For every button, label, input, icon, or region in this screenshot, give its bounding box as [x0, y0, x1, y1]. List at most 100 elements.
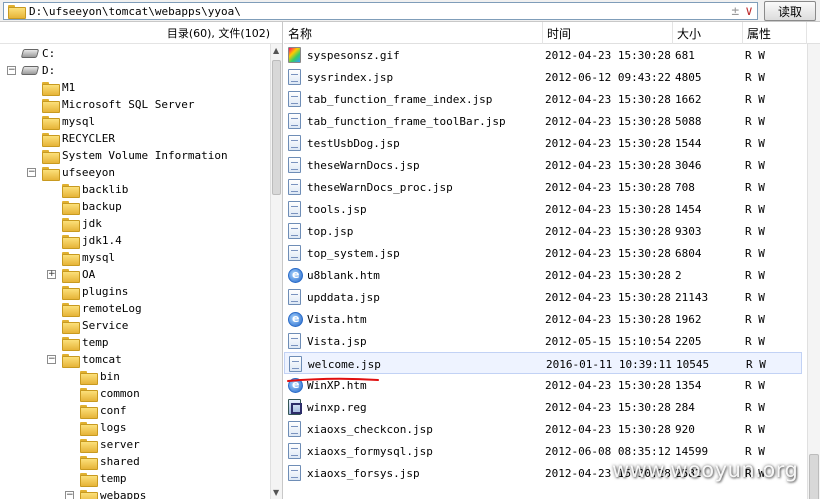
path-input[interactable]: D:\ufseeyon\tomcat\webapps\yyoa\ ± ∨ — [3, 2, 758, 20]
file-size: 2 — [675, 268, 682, 282]
tree-node-label: Microsoft SQL Server — [62, 98, 195, 111]
file-size: 9303 — [675, 224, 702, 238]
tree-node[interactable]: Microsoft SQL Server — [42, 96, 194, 113]
file-row[interactable]: upddata.jsp 2012-04-23 15:30:28 21143 R W — [284, 286, 802, 308]
jsp-file-icon — [288, 289, 301, 305]
file-row[interactable]: Vista.jsp 2012-05-15 15:10:54 2205 R W — [284, 330, 802, 352]
file-row[interactable]: welcome.jsp 2016-01-11 10:39:11 10545 R W — [284, 352, 802, 374]
html-file-icon — [288, 311, 303, 327]
file-attr: R W — [745, 400, 765, 414]
folder-icon — [62, 234, 80, 249]
column-header-attr[interactable]: 属性 — [743, 22, 807, 44]
tree-node-label: server — [100, 438, 140, 451]
file-attr: R W — [745, 136, 765, 150]
column-header-time[interactable]: 时间 — [543, 22, 673, 44]
tree-node[interactable]: plugins — [62, 283, 128, 300]
tree-node[interactable]: webapps — [80, 487, 146, 499]
file-row[interactable]: sysrindex.jsp 2012-06-12 09:43:22 4805 R W — [284, 66, 802, 88]
tree-expander-icon[interactable]: − — [7, 66, 16, 75]
file-row[interactable]: u8blank.htm 2012-04-23 15:30:28 2 R W — [284, 264, 802, 286]
file-row[interactable]: theseWarnDocs_proc.jsp 2012-04-23 15:30:2… — [284, 176, 802, 198]
file-name: tools.jsp — [307, 202, 367, 216]
file-icon-cell — [288, 66, 301, 88]
file-row[interactable]: syspesonsz.gif 2012-04-23 15:30:28 681 R W — [284, 44, 802, 66]
tree-node[interactable]: mysql — [42, 113, 95, 130]
tree-node[interactable]: server — [80, 436, 140, 453]
file-attr: R W — [745, 378, 765, 392]
file-time: 2012-06-12 09:43:22 — [545, 70, 671, 84]
folder-icon — [42, 132, 60, 147]
file-row[interactable]: top.jsp 2012-04-23 15:30:28 9303 R W — [284, 220, 802, 242]
tree-node[interactable]: M1 — [42, 79, 75, 96]
scrollbar-thumb[interactable] — [809, 454, 819, 499]
file-row[interactable]: Vista.htm 2012-04-23 15:30:28 1962 R W — [284, 308, 802, 330]
column-header-name[interactable]: 名称 — [284, 22, 543, 44]
file-size: 2205 — [675, 334, 702, 348]
jsp-file-icon — [288, 333, 301, 349]
tree-node[interactable]: ufseeyon — [42, 164, 115, 181]
jsp-file-icon — [289, 356, 302, 372]
tree-node-label: backlib — [82, 183, 129, 196]
tree-expander-icon[interactable]: + — [47, 270, 56, 279]
tree-node[interactable]: backlib — [62, 181, 128, 198]
tree-node[interactable]: common — [80, 385, 140, 402]
file-icon-cell — [288, 286, 301, 308]
tree-node[interactable]: System Volume Information — [42, 147, 228, 164]
tree-node[interactable]: jdk — [62, 215, 102, 232]
file-time: 2012-04-23 15:30:28 — [545, 202, 671, 216]
scrollbar-thumb[interactable] — [272, 60, 281, 195]
tree-node[interactable]: logs — [80, 419, 127, 436]
jsp-file-icon — [288, 69, 301, 85]
file-icon-cell — [288, 396, 302, 418]
folder-icon — [42, 115, 60, 130]
scroll-up-icon[interactable]: ▲ — [273, 46, 279, 55]
tree-node[interactable]: Service — [62, 317, 128, 334]
file-icon-cell — [288, 88, 301, 110]
file-list-scrollbar[interactable] — [807, 44, 820, 499]
jsp-file-icon — [288, 443, 301, 459]
tree-node[interactable]: shared — [80, 453, 140, 470]
file-size: 1354 — [675, 378, 702, 392]
tree-node[interactable]: D: — [20, 62, 55, 79]
tree-expander-icon[interactable]: − — [65, 491, 74, 499]
chevron-down-icon[interactable]: ∨ — [745, 4, 753, 19]
file-name: tab_function_frame_toolBar.jsp — [307, 114, 506, 128]
file-row[interactable]: theseWarnDocs.jsp 2012-04-23 15:30:28 3046… — [284, 154, 802, 176]
column-header-size[interactable]: 大小 — [673, 22, 743, 44]
file-time: 2012-04-23 15:30:28 — [545, 92, 671, 106]
file-row[interactable]: testUsbDog.jsp 2012-04-23 15:30:28 1544 R W — [284, 132, 802, 154]
tree-node[interactable]: temp — [62, 334, 109, 351]
file-row[interactable]: winxp.reg 2012-04-23 15:30:28 284 R W — [284, 396, 802, 418]
file-icon-cell — [288, 44, 301, 66]
file-row[interactable]: tab_function_frame_index.jsp 2012-04-23 1… — [284, 88, 802, 110]
scroll-down-icon[interactable]: ▼ — [273, 488, 279, 497]
jsp-file-icon — [288, 201, 301, 217]
file-name: xiaoxs_formysql.jsp — [307, 444, 433, 458]
file-row[interactable]: tab_function_frame_toolBar.jsp 2012-04-23… — [284, 110, 802, 132]
tree-node[interactable]: bin — [80, 368, 120, 385]
file-row[interactable]: xiaoxs_checkcon.jsp 2012-04-23 15:30:28 92… — [284, 418, 802, 440]
image-file-icon — [288, 47, 301, 63]
tree-scrollbar[interactable]: ▲ ▼ — [270, 44, 282, 499]
tree-node[interactable]: remoteLog — [62, 300, 142, 317]
read-button[interactable]: 读取 — [764, 1, 816, 21]
tree-node[interactable]: C: — [20, 45, 55, 62]
tree-node-label: jdk — [82, 217, 102, 230]
file-name: top_system.jsp — [307, 246, 400, 260]
up-level-icon[interactable]: ± — [731, 4, 739, 19]
tree-expander-icon[interactable]: − — [27, 168, 36, 177]
tree-node[interactable]: jdk1.4 — [62, 232, 122, 249]
tree-node[interactable]: RECYCLER — [42, 130, 115, 147]
tree-expander-icon[interactable]: − — [47, 355, 56, 364]
tree-node[interactable]: conf — [80, 402, 127, 419]
file-icon-cell — [288, 198, 301, 220]
file-time: 2016-01-11 10:39:11 — [546, 357, 672, 371]
tree-node[interactable]: OA — [62, 266, 95, 283]
file-row[interactable]: top_system.jsp 2012-04-23 15:30:28 6804 R W — [284, 242, 802, 264]
tree-node[interactable]: mysql — [62, 249, 115, 266]
tree-node[interactable]: tomcat — [62, 351, 122, 368]
tree-node[interactable]: backup — [62, 198, 122, 215]
tree-node[interactable]: temp — [80, 470, 127, 487]
file-row[interactable]: tools.jsp 2012-04-23 15:30:28 1454 R W — [284, 198, 802, 220]
file-time: 2012-04-23 15:30:28 — [545, 158, 671, 172]
